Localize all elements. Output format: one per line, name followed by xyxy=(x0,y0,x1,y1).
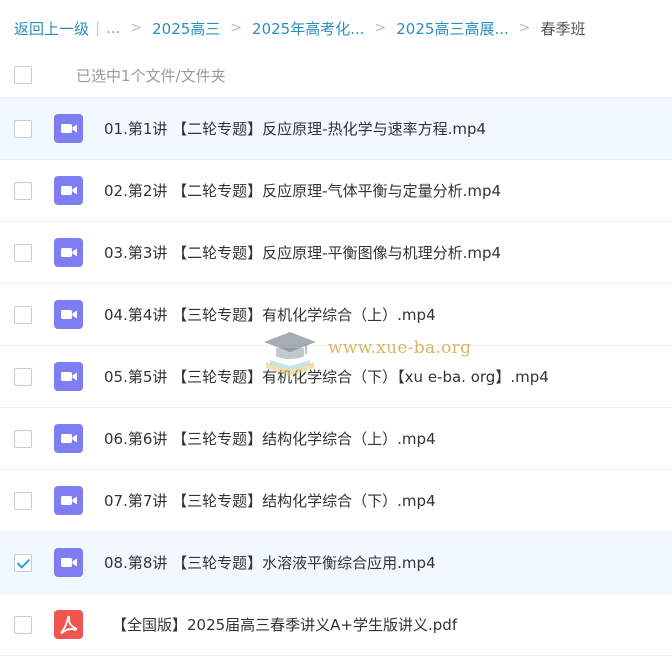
file-name[interactable]: 05.第5讲 【三轮专题】有机化学综合（下）【xu e-ba. org】.mp4 xyxy=(104,366,549,387)
video-file-icon xyxy=(54,548,83,577)
file-list: 01.第1讲 【二轮专题】反应原理-热化学与速率方程.mp4 02.第2讲 【二… xyxy=(0,97,672,656)
file-checkbox-checked[interactable] xyxy=(14,553,32,572)
file-row[interactable]: 【全国版】2025届高三春季讲义A+学生版讲义.pdf xyxy=(0,593,672,656)
video-file-icon xyxy=(54,424,83,453)
breadcrumb-item-gaosan-gaozhan[interactable]: 2025高三高展... xyxy=(396,18,508,39)
selection-count-label: 已选中1个文件/文件夹 xyxy=(76,66,226,85)
breadcrumb-ellipsis[interactable]: ... xyxy=(106,19,120,37)
file-checkbox[interactable] xyxy=(14,491,32,510)
select-all-checkbox[interactable] xyxy=(14,66,32,84)
file-row-selected[interactable]: 08.第8讲 【三轮专题】水溶液平衡综合应用.mp4 xyxy=(0,531,672,593)
file-row[interactable]: 03.第3讲 【二轮专题】反应原理-平衡图像与机理分析.mp4 xyxy=(0,221,672,283)
file-row[interactable]: 05.第5讲 【三轮专题】有机化学综合（下）【xu e-ba. org】.mp4 xyxy=(0,345,672,407)
breadcrumb-separator: > xyxy=(230,20,243,36)
file-checkbox[interactable] xyxy=(14,243,32,262)
breadcrumb-divider: | xyxy=(95,19,101,37)
breadcrumb-item-gaokao-chemistry[interactable]: 2025年高考化... xyxy=(252,18,364,39)
video-file-icon xyxy=(54,238,83,267)
file-row[interactable]: 06.第6讲 【三轮专题】结构化学综合（上）.mp4 xyxy=(0,407,672,469)
video-file-icon xyxy=(54,300,83,329)
file-name[interactable]: 04.第4讲 【三轮专题】有机化学综合（上）.mp4 xyxy=(104,304,436,325)
file-row[interactable]: 04.第4讲 【三轮专题】有机化学综合（上）.mp4 xyxy=(0,283,672,345)
file-checkbox[interactable] xyxy=(14,305,32,324)
video-file-icon xyxy=(54,114,83,143)
file-name[interactable]: 07.第7讲 【三轮专题】结构化学综合（下）.mp4 xyxy=(104,490,436,511)
file-checkbox[interactable] xyxy=(14,615,32,634)
file-name[interactable]: 03.第3讲 【二轮专题】反应原理-平衡图像与机理分析.mp4 xyxy=(104,242,501,263)
file-row[interactable]: 01.第1讲 【二轮专题】反应原理-热化学与速率方程.mp4 xyxy=(0,97,672,159)
file-checkbox[interactable] xyxy=(14,181,32,200)
breadcrumb-current: 春季班 xyxy=(540,19,586,38)
file-name[interactable]: 06.第6讲 【三轮专题】结构化学综合（上）.mp4 xyxy=(104,428,436,449)
video-file-icon xyxy=(54,486,83,515)
file-checkbox[interactable] xyxy=(14,367,32,386)
back-link[interactable]: 返回上一级 xyxy=(14,18,89,39)
file-checkbox[interactable] xyxy=(14,429,32,448)
pdf-file-icon xyxy=(54,610,83,639)
file-checkbox[interactable] xyxy=(14,119,32,138)
file-name[interactable]: 02.第2讲 【二轮专题】反应原理-气体平衡与定量分析.mp4 xyxy=(104,180,501,201)
breadcrumb-separator: > xyxy=(518,20,531,36)
file-name[interactable]: 08.第8讲 【三轮专题】水溶液平衡综合应用.mp4 xyxy=(104,552,436,573)
breadcrumb-separator: > xyxy=(130,20,143,36)
file-name[interactable]: 【全国版】2025届高三春季讲义A+学生版讲义.pdf xyxy=(112,614,457,635)
file-row[interactable]: 02.第2讲 【二轮专题】反应原理-气体平衡与定量分析.mp4 xyxy=(0,159,672,221)
breadcrumb-item-2025-gaosan[interactable]: 2025高三 xyxy=(152,18,220,39)
selection-header: 已选中1个文件/文件夹 xyxy=(0,56,672,94)
breadcrumb: 返回上一级 | ... > 2025高三 > 2025年高考化... > 202… xyxy=(14,0,672,56)
video-file-icon xyxy=(54,176,83,205)
file-row[interactable]: 07.第7讲 【三轮专题】结构化学综合（下）.mp4 xyxy=(0,469,672,531)
file-name[interactable]: 01.第1讲 【二轮专题】反应原理-热化学与速率方程.mp4 xyxy=(104,118,486,139)
breadcrumb-separator: > xyxy=(374,20,387,36)
video-file-icon xyxy=(54,362,83,391)
